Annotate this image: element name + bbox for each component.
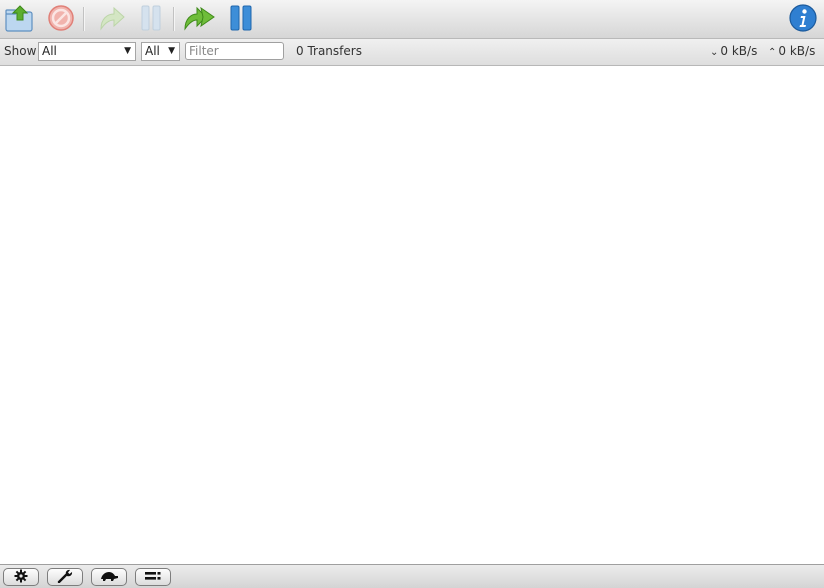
upload-speed: ⌃ 0 kB/s: [768, 44, 815, 58]
toolbar-separator: [83, 7, 85, 31]
sort-button[interactable]: [135, 568, 171, 586]
remove-button[interactable]: [44, 3, 78, 35]
preferences-button[interactable]: [47, 568, 83, 586]
remove-icon: [46, 3, 76, 36]
footer: [0, 564, 824, 588]
filter-bar: Show All ▼ All ▼ 0 Transfers ⌄0 kB/s ⌃0 …: [0, 39, 824, 66]
transfers-count: 0 Transfers: [296, 44, 362, 58]
pause-button[interactable]: [134, 3, 168, 35]
download-speed-value: 0 kB/s: [720, 44, 758, 58]
tracker-select[interactable]: All ▼: [141, 42, 180, 61]
upload-speed-value: 0 kB/s: [778, 44, 816, 58]
info-icon: [788, 3, 818, 36]
open-button[interactable]: [3, 3, 37, 35]
settings-button[interactable]: [3, 568, 39, 586]
toolbar: [0, 0, 824, 39]
tracker-value: All: [145, 44, 160, 58]
about-button[interactable]: [786, 3, 820, 35]
open-folder-icon: [4, 3, 36, 36]
turtle-mode-button[interactable]: [91, 568, 127, 586]
chevron-up-icon: ⌃: [768, 47, 777, 58]
filter-mode-select[interactable]: All ▼: [38, 42, 136, 61]
dropdown-arrow-icon: ▼: [124, 46, 131, 56]
filter-input[interactable]: [185, 42, 284, 60]
resume-button[interactable]: [95, 3, 129, 35]
settings-icon: [14, 569, 28, 586]
filter-mode-value: All: [42, 44, 57, 58]
wrench-icon: [57, 569, 73, 586]
turtle-icon: [99, 570, 119, 585]
sort-icon: [144, 570, 162, 585]
torrent-list[interactable]: [0, 66, 824, 564]
resume-icon: [97, 3, 127, 36]
download-speed: ⌄ 0 kB/s: [710, 44, 757, 58]
toolbar-separator: [173, 7, 175, 31]
pause-all-button[interactable]: [224, 3, 258, 35]
chevron-down-icon: ⌄: [710, 47, 719, 58]
pause-icon: [136, 3, 166, 36]
pause-all-icon: [226, 3, 256, 36]
show-label: Show: [4, 44, 37, 58]
resume-all-button[interactable]: [183, 3, 217, 35]
resume-all-icon: [183, 3, 217, 36]
dropdown-arrow-icon: ▼: [168, 46, 175, 56]
